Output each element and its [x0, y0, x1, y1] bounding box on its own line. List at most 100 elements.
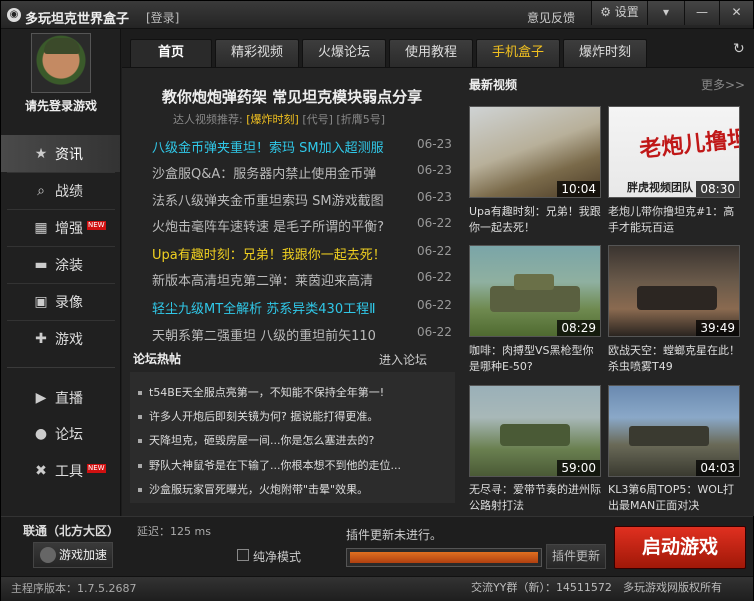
- settings-label: 设置: [614, 5, 639, 19]
- video-duration: 59:00: [557, 460, 600, 476]
- refresh-icon[interactable]: ↻: [733, 41, 745, 57]
- minimize-icon: —: [696, 5, 708, 19]
- video-overlay-title: 老炮儿撸坦克: [638, 124, 740, 163]
- server-label[interactable]: 联通（北方大区）: [23, 522, 119, 539]
- forum-item[interactable]: 许多人开炮后即刻关镜为何? 据说能打得更准。: [138, 408, 448, 424]
- sidebar-item-news[interactable]: ★ 资讯: [1, 135, 120, 172]
- tab-explosion-moments[interactable]: 爆炸时刻: [563, 39, 647, 67]
- video-thumbnail[interactable]: 08:29: [469, 245, 601, 337]
- sidebar-item-skins[interactable]: ▬ 涂装: [1, 246, 120, 283]
- video-caption[interactable]: 老炮儿带你撸坦克#1：高手才能玩百运: [608, 204, 742, 236]
- video-thumbnail[interactable]: 59:00: [469, 385, 601, 477]
- video-caption[interactable]: 咖啡：肉搏型VS黑枪型你是哪种E-50?: [469, 343, 603, 375]
- forum-more-link[interactable]: 进入论坛: [379, 351, 427, 368]
- video-thumbnail[interactable]: 04:03: [608, 385, 740, 477]
- forum-item[interactable]: 沙盒服玩家冒死曝光，火炮附带"击晕"效果。: [138, 481, 448, 497]
- video-duration: 04:03: [696, 460, 739, 476]
- tab-forum[interactable]: 火爆论坛: [302, 39, 386, 67]
- forum-item-title[interactable]: 许多人开炮后即刻关镜为何? 据说能打得更准。: [149, 410, 378, 423]
- recommend-link[interactable]: [爆炸时刻]: [246, 113, 299, 126]
- settings-button[interactable]: ⚙ 设置: [591, 1, 647, 25]
- news-row[interactable]: Upa有趣时刻：兄弟！我跟你一起去死！ 06-22: [152, 244, 452, 266]
- news-row[interactable]: 法系八级弹夹金币重坦索玛 SM游戏截图 06-23: [152, 190, 452, 212]
- game-accelerate-button[interactable]: 游戏加速: [33, 542, 113, 568]
- video-caption[interactable]: 无尽寻：爱带节奏的进州际公路射打法: [469, 482, 603, 514]
- news-date: 06-23: [417, 190, 452, 204]
- accelerate-label: 游戏加速: [59, 548, 108, 562]
- tab-tutorial[interactable]: 使用教程: [389, 39, 473, 67]
- sidebar-item-forum[interactable]: ● 论坛: [1, 415, 120, 452]
- plugin-progress-bar: [346, 548, 542, 567]
- minimize-button[interactable]: —: [684, 1, 719, 25]
- sidebar-item-tools[interactable]: ✖ 工具 NEW: [1, 452, 120, 489]
- headline[interactable]: 教你炮炮弹药架 常见坦克模块弱点分享: [142, 86, 442, 107]
- feedback-link[interactable]: 意见反馈: [527, 9, 575, 26]
- news-date: 06-23: [417, 137, 452, 151]
- menu-button[interactable]: ▾: [647, 1, 684, 25]
- news-row[interactable]: 八级金币弹夹重坦！索玛 SM加入超测服 06-23: [152, 137, 452, 159]
- close-button[interactable]: ✕: [719, 1, 753, 25]
- news-title[interactable]: 八级金币弹夹重坦！索玛 SM加入超测服: [152, 137, 402, 156]
- sidebar-item-enhance[interactable]: ▦ 增强 NEW: [1, 209, 120, 246]
- news-title[interactable]: 火炮击毫阵车速转速 是毛子所谓的平衡?: [152, 216, 402, 235]
- qq-group-label: 交流YY群（新）：14511572: [471, 581, 612, 594]
- video-caption[interactable]: 欧战天空：螳螂克星在此！杀虫喷雾T49: [608, 343, 742, 375]
- forum-item-title[interactable]: 天降坦克，砸毁房屋一间...你是怎么塞进去的?: [149, 434, 374, 447]
- sidebar-item-live[interactable]: ▶ 直播: [1, 379, 120, 416]
- video-thumbnail[interactable]: 10:04: [469, 106, 601, 198]
- tab-home[interactable]: 首页: [130, 39, 212, 68]
- news-date: 06-22: [417, 270, 452, 284]
- tank-icon: ▬: [34, 256, 48, 273]
- recommend-code-link[interactable]: [代号]: [302, 113, 333, 126]
- pure-mode-checkbox[interactable]: [237, 549, 249, 561]
- tab-bar: 首页 精彩视频 火爆论坛 使用教程 手机盒子 爆炸时刻: [122, 29, 754, 68]
- search-icon: ⌕: [37, 182, 45, 199]
- toolbox-icon: ▦: [34, 219, 48, 236]
- video-caption[interactable]: Upa有趣时刻：兄弟！我跟你一起去死！: [469, 204, 603, 236]
- news-row[interactable]: 沙盒服Q&A：服务器内禁止使用金币弹 06-23: [152, 163, 452, 185]
- forum-item-title[interactable]: 沙盒服玩家冒死曝光，火炮附带"击晕"效果。: [149, 483, 368, 496]
- forum-item[interactable]: 天降坦克，砸毁房屋一间...你是怎么塞进去的?: [138, 432, 448, 448]
- sidebar-item-label: 工具: [55, 463, 83, 480]
- copyright-label: 多玩游戏网版权所有: [623, 581, 722, 594]
- video-caption[interactable]: KL3第6周TOP5：WOL打出最MAN正面对决: [608, 482, 742, 514]
- sidebar-item-replays[interactable]: ▣ 录像: [1, 283, 120, 320]
- plugin-update-button[interactable]: 插件更新: [546, 544, 606, 569]
- news-title[interactable]: 沙盒服Q&A：服务器内禁止使用金币弹: [152, 163, 402, 182]
- news-row[interactable]: 火炮击毫阵车速转速 是毛子所谓的平衡? 06-22: [152, 216, 452, 238]
- avatar[interactable]: [31, 33, 91, 93]
- launch-game-button[interactable]: 启动游戏: [614, 526, 746, 569]
- login-prompt[interactable]: 请先登录游戏: [1, 97, 121, 114]
- sidebar-item-label: 战绩: [55, 183, 83, 200]
- film-icon: ▣: [34, 293, 48, 310]
- news-title[interactable]: 法系八级弹夹金币重坦索玛 SM游戏截图: [152, 190, 402, 209]
- menu-icon: ▾: [662, 5, 670, 19]
- tab-videos[interactable]: 精彩视频: [215, 39, 299, 67]
- video-thumbnail[interactable]: 老炮儿撸坦克 胖虎视频团队 08:30: [608, 106, 740, 198]
- news-title[interactable]: Upa有趣时刻：兄弟！我跟你一起去死！: [152, 244, 402, 263]
- recommend-fold-link[interactable]: [折膺5号]: [336, 113, 385, 126]
- news-row[interactable]: 天朝系第二强重坦 八级的重坦前矢110 06-22: [152, 325, 452, 347]
- news-title[interactable]: 轻尘九级MT全解析 苏系异类430工程Ⅱ: [152, 298, 402, 317]
- video-duration: 08:30: [696, 181, 739, 197]
- forum-item[interactable]: t54BE天全服点亮第一，不知能不保持全年第一!: [138, 384, 448, 400]
- news-title[interactable]: 天朝系第二强重坦 八级的重坦前矢110: [152, 325, 402, 344]
- sidebar-item-stats[interactable]: ⌕ 战绩: [1, 172, 120, 209]
- news-title[interactable]: 新版本高清坦克第二弹：莱茵迎来高清: [152, 270, 402, 289]
- forum-item-title[interactable]: t54BE天全服点亮第一，不知能不保持全年第一!: [149, 386, 384, 399]
- forum-item-title[interactable]: 野队大神鼠爷是在下输了...你根本想不到他的走位...: [149, 459, 401, 472]
- news-date: 06-22: [417, 244, 452, 258]
- news-row[interactable]: 轻尘九级MT全解析 苏系异类430工程Ⅱ 06-22: [152, 298, 452, 320]
- forum-item[interactable]: 野队大神鼠爷是在下输了...你根本想不到他的走位...: [138, 457, 448, 473]
- news-row[interactable]: 新版本高清坦克第二弹：莱茵迎来高清 06-22: [152, 270, 452, 292]
- pure-mode-label[interactable]: 纯净模式: [253, 548, 301, 565]
- forum-section-title: 论坛热帖: [133, 352, 182, 366]
- tab-mobile-box[interactable]: 手机盒子: [476, 39, 560, 67]
- video-more-link[interactable]: 更多>>: [701, 76, 745, 93]
- video-thumbnail[interactable]: 39:49: [608, 245, 740, 337]
- login-link[interactable]: [登录]: [146, 9, 179, 26]
- sidebar-item-games[interactable]: ✚ 游戏: [1, 320, 120, 357]
- news-date: 06-22: [417, 216, 452, 230]
- plugin-status: 插件更新未进行。: [346, 528, 443, 542]
- app-logo-icon: ◉: [7, 8, 21, 22]
